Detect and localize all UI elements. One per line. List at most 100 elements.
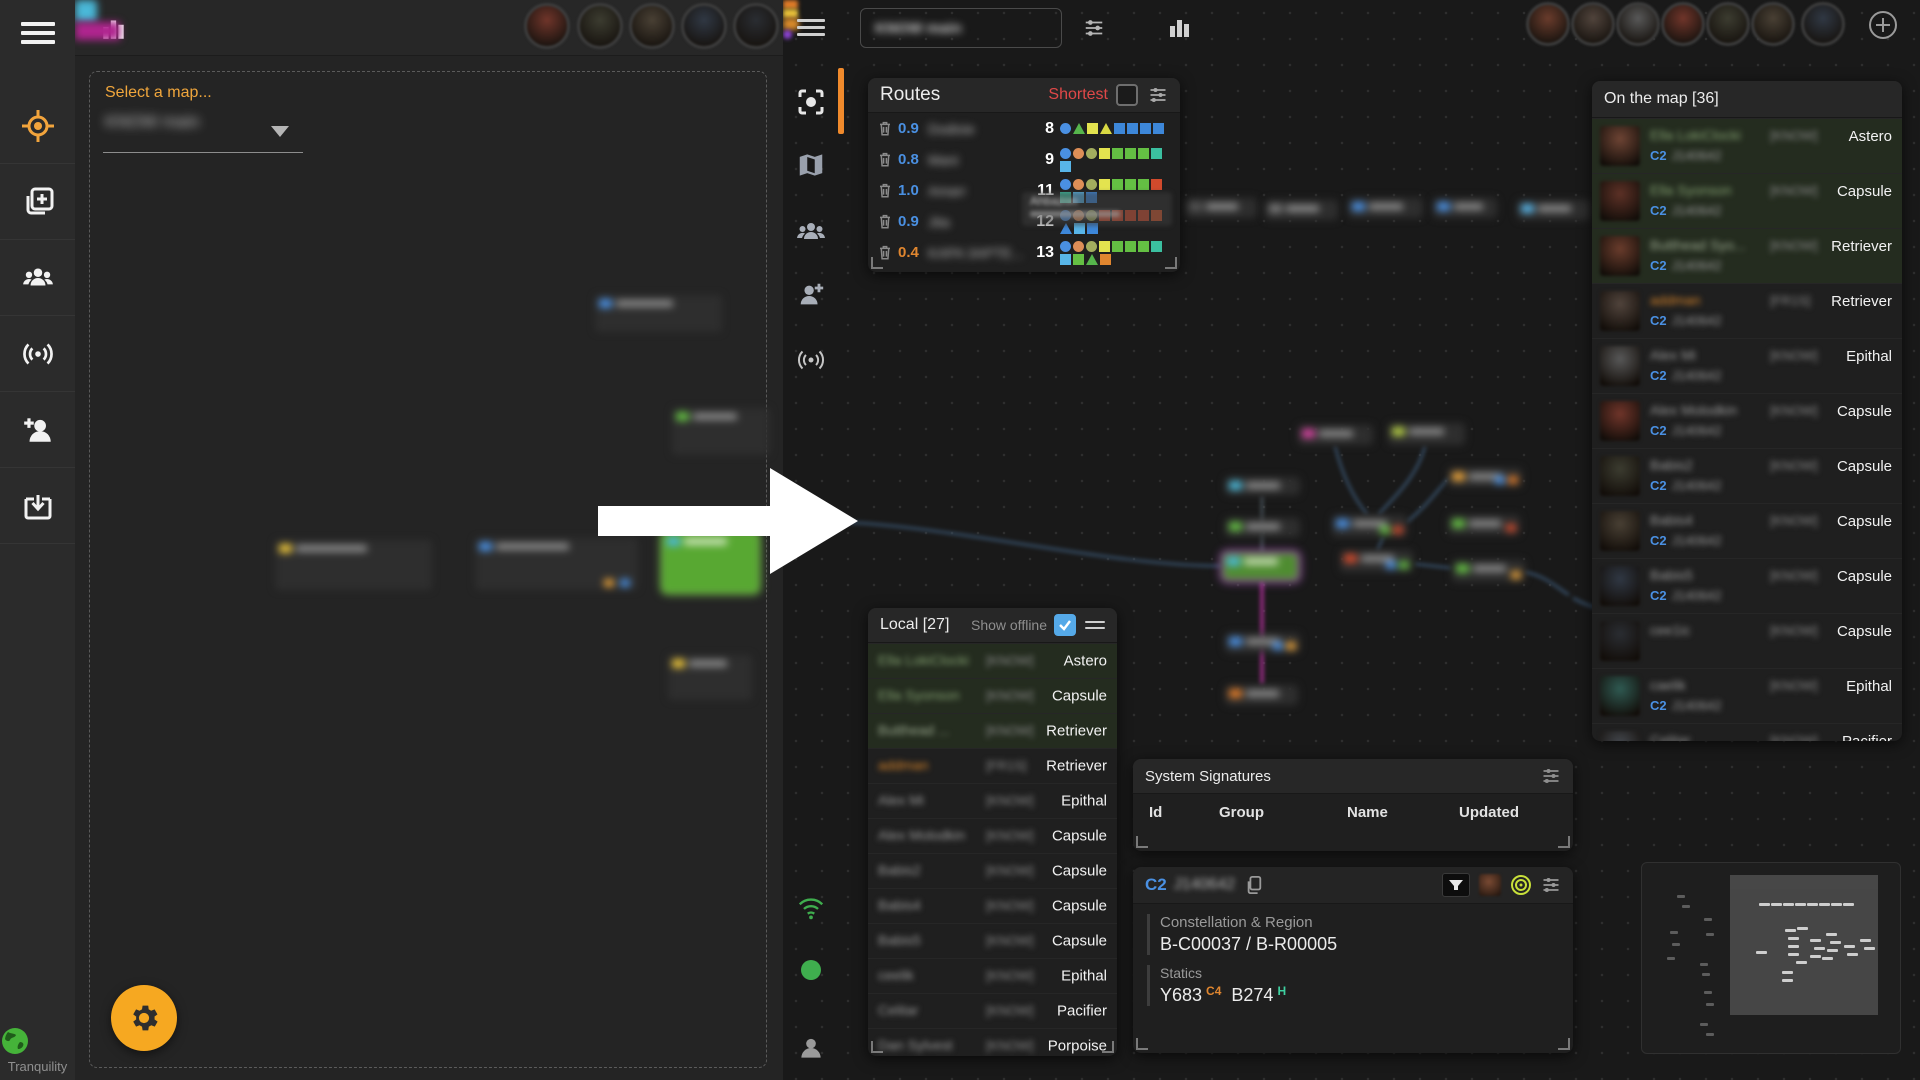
map-system-node[interactable] [1452, 560, 1525, 582]
map-system-node[interactable] [595, 295, 722, 332]
resize-handle[interactable] [1558, 1038, 1570, 1050]
route-hop-circle[interactable] [1060, 147, 1071, 159]
show-offline-checkbox[interactable] [1054, 614, 1076, 636]
map-system-node[interactable] [1348, 198, 1423, 218]
on-map-pilot-row[interactable]: Babis4 [KNOW] C2 J140642 Capsule [1592, 503, 1902, 558]
route-hop-square[interactable] [1151, 178, 1162, 190]
route-hop-circle[interactable] [1060, 178, 1071, 190]
system-settings-icon[interactable] [1541, 875, 1561, 895]
sidebar-item-add-map[interactable] [0, 164, 75, 240]
route-hop-circle[interactable] [1060, 123, 1071, 134]
route-hop-triangle[interactable] [1073, 123, 1085, 134]
map-system-node[interactable] [1332, 515, 1407, 537]
system-filter-icon[interactable] [1442, 873, 1470, 897]
local-pilot-row[interactable]: Ella Syonson [KNOW] Capsule [868, 678, 1117, 713]
resize-handle[interactable] [871, 1041, 883, 1053]
sidebar-item-members[interactable] [0, 240, 75, 316]
add-character-icon[interactable] [1867, 9, 1899, 41]
on-map-pilot-row[interactable]: Butthead Syo... [KNOW] C2 J140642 Retriever [1592, 228, 1902, 283]
map-system-node[interactable] [672, 408, 770, 455]
map-system-node[interactable] [1298, 425, 1373, 445]
map-system-node[interactable] [1433, 198, 1497, 218]
tool-invite-icon[interactable] [789, 273, 833, 317]
resize-handle[interactable] [1558, 836, 1570, 848]
route-hop-square[interactable] [1099, 147, 1110, 159]
route-hop-circle[interactable] [1073, 240, 1084, 252]
delete-route-icon[interactable] [878, 152, 898, 167]
map-system-node[interactable] [1265, 200, 1338, 220]
route-hop-square[interactable] [1112, 147, 1123, 159]
route-hop-square[interactable] [1138, 240, 1149, 252]
resize-handle[interactable] [1165, 257, 1177, 269]
app-menu-icon[interactable] [0, 0, 75, 66]
route-hop-triangle[interactable] [1086, 253, 1098, 265]
tool-map-icon[interactable] [789, 143, 833, 187]
on-map-pilot-row[interactable]: Babis2 [KNOW] C2 J140642 Capsule [1592, 448, 1902, 503]
route-hop-square[interactable] [1100, 253, 1111, 265]
route-hop-square[interactable] [1127, 123, 1138, 134]
on-map-pilot-row[interactable]: Ella Syonson [KNOW] C2 J140642 Capsule [1592, 173, 1902, 228]
route-hop-square[interactable] [1153, 123, 1164, 134]
sidebar-item-locate[interactable] [0, 88, 75, 164]
local-pilot-row[interactable]: addman [FR1S] Retriever [868, 748, 1117, 783]
map-system-node[interactable] [1448, 468, 1522, 487]
map-menu-icon[interactable] [797, 15, 825, 40]
character-avatar[interactable] [629, 3, 675, 49]
local-menu-icon[interactable] [1085, 617, 1105, 633]
route-hop-square[interactable] [1099, 240, 1110, 252]
on-map-pilot-row[interactable]: Alex Molodkin [KNOW] C2 J140642 Capsule [1592, 393, 1902, 448]
signatures-header[interactable]: System Signatures [1133, 759, 1573, 794]
map-system-node[interactable] [1517, 200, 1590, 220]
map-name-input[interactable]: KNOW main [860, 8, 1062, 48]
local-pilot-row[interactable]: Alex Mi [KNOW] Epithal [868, 783, 1117, 818]
local-pilot-row[interactable]: Dan Sylvest [KNOW] Porpoise [868, 1028, 1117, 1056]
column-id[interactable]: Id [1149, 804, 1219, 821]
route-hop-square[interactable] [1125, 147, 1136, 159]
route-hop-square[interactable] [1151, 147, 1162, 159]
map-system-node[interactable] [1388, 423, 1465, 445]
character-avatar[interactable] [1526, 2, 1570, 46]
local-header[interactable]: Local [27] Show offline [868, 608, 1117, 643]
map-system-node[interactable] [668, 655, 752, 700]
local-pilot-row[interactable]: Alex Molodkin [KNOW] Capsule [868, 818, 1117, 853]
routes-mode-label[interactable]: Shortest [1048, 86, 1108, 104]
column-updated[interactable]: Updated [1459, 804, 1519, 821]
route-hop-circle[interactable] [1086, 147, 1097, 159]
sidebar-item-invite[interactable] [0, 392, 75, 468]
map-system-node[interactable] [663, 533, 758, 592]
map-system-node[interactable] [275, 540, 432, 590]
local-pilot-row[interactable]: Ella LokiClocki [KNOW] Astero [868, 643, 1117, 678]
on-map-pilot-row[interactable]: Babis5 [KNOW] C2 J140642 Capsule [1592, 558, 1902, 613]
on-map-pilot-row[interactable]: Celitar[KNOW]C2J140642Pacifier [1592, 723, 1902, 741]
map-system-node[interactable] [475, 538, 638, 590]
map-stats-icon[interactable] [1167, 14, 1193, 40]
map-system-node[interactable] [1225, 685, 1298, 705]
on-map-pilot-row[interactable]: cee1ic [KNOW] Capsule [1592, 613, 1902, 668]
route-hop-circle[interactable] [1086, 240, 1097, 252]
tool-broadcast-icon[interactable] [789, 338, 833, 382]
system-scan-icon[interactable] [1510, 874, 1532, 896]
map-system-node[interactable] [1225, 518, 1300, 537]
route-hop-square[interactable] [1112, 240, 1123, 252]
map-system-node[interactable] [1448, 515, 1520, 535]
minimap-viewport[interactable] [1730, 875, 1878, 1015]
route-hop-square[interactable] [1151, 240, 1162, 252]
route-hop-square[interactable] [1112, 178, 1123, 190]
route-hop-circle[interactable] [1073, 147, 1084, 159]
on-the-map-header[interactable]: On the map [36] [1592, 81, 1902, 118]
resize-handle[interactable] [1136, 836, 1148, 848]
column-name[interactable]: Name [1347, 804, 1459, 821]
character-avatar[interactable] [733, 3, 779, 49]
route-hop-circle[interactable] [1086, 178, 1097, 190]
local-pilot-row[interactable]: Babis4 [KNOW] Capsule [868, 888, 1117, 923]
local-pilot-row[interactable]: Celitar [KNOW] Pacifier [868, 993, 1117, 1028]
character-avatar[interactable] [681, 3, 727, 49]
route-hop-square[interactable] [1140, 123, 1151, 134]
route-row[interactable]: 0.4 KAPA 3APTE... 13 [868, 237, 1180, 268]
local-pilot-row[interactable]: Butthead ... [KNOW] Retriever [868, 713, 1117, 748]
on-map-pilot-row[interactable]: caelik [KNOW] C2 J140642 Epithal [1592, 668, 1902, 723]
map-select-value[interactable]: KNOW main [105, 112, 199, 132]
resize-handle[interactable] [1102, 1041, 1114, 1053]
route-row[interactable]: 0.9 Dodixie 8 [868, 113, 1180, 144]
character-avatar[interactable] [1801, 2, 1845, 46]
